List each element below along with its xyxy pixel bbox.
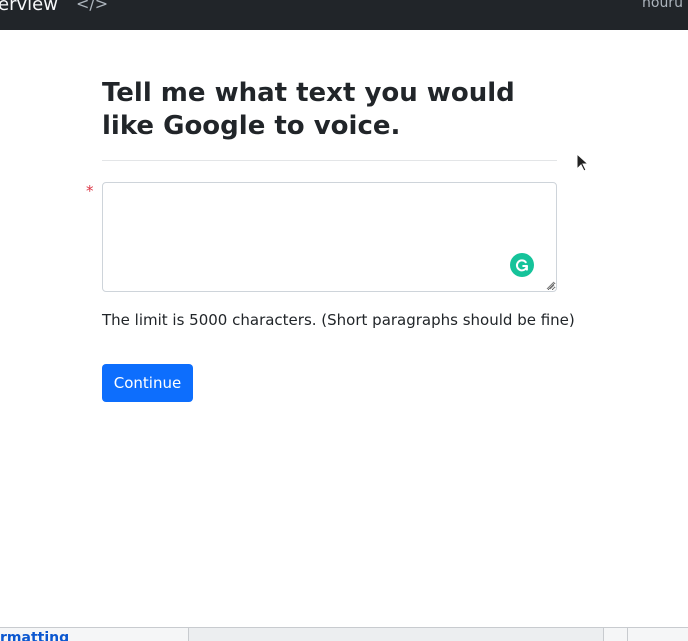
required-mark: * bbox=[86, 182, 94, 200]
text-to-voice-input[interactable] bbox=[102, 182, 557, 292]
bottom-panel bbox=[188, 628, 604, 641]
bottom-window-strip: rmatting bbox=[0, 627, 688, 641]
grammarly-icon[interactable] bbox=[510, 253, 534, 277]
navbar-right-text[interactable]: nouru bbox=[642, 0, 683, 11]
form-heading: Tell me what text you would like Google … bbox=[102, 78, 515, 141]
grammarly-g-glyph bbox=[515, 259, 528, 272]
top-navbar: erview </> nouru bbox=[0, 0, 688, 30]
bottom-divider bbox=[627, 628, 628, 641]
code-icon[interactable]: </> bbox=[76, 0, 108, 13]
navbar-title[interactable]: erview bbox=[0, 0, 58, 15]
mouse-pointer-icon bbox=[576, 153, 590, 172]
character-limit-help: The limit is 5000 characters. (Short par… bbox=[102, 311, 575, 329]
formatting-link[interactable]: rmatting bbox=[0, 630, 69, 641]
continue-button[interactable]: Continue bbox=[102, 364, 193, 402]
heading-divider bbox=[102, 160, 557, 161]
resize-handle-icon[interactable] bbox=[545, 280, 555, 290]
